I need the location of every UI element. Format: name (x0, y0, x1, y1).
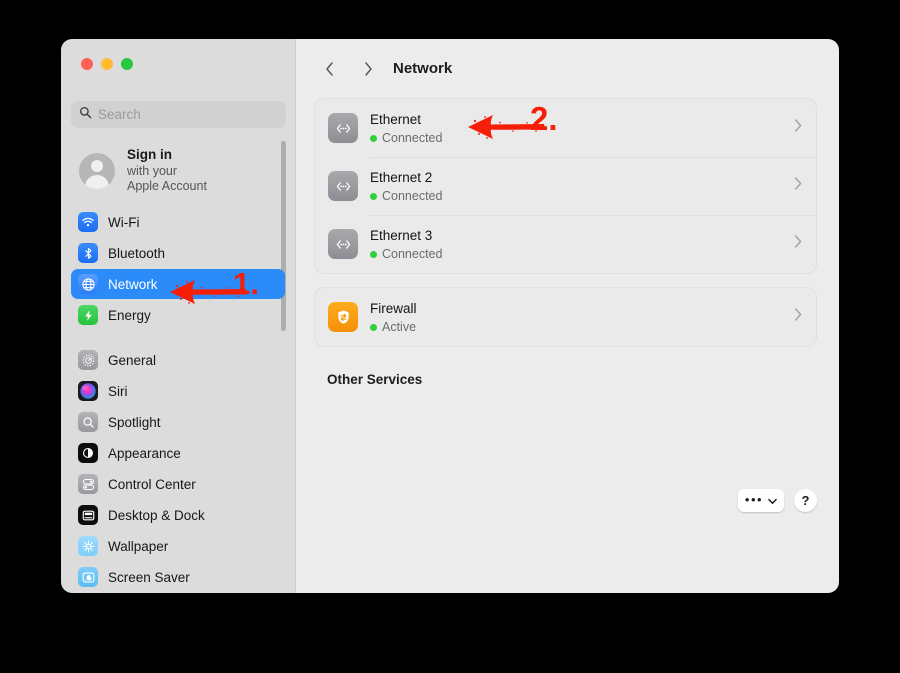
chevron-right-icon[interactable] (794, 308, 802, 326)
ethernet-icon (328, 229, 358, 259)
sidebar-item-label: Spotlight (108, 414, 161, 430)
chevron-left-icon[interactable] (314, 54, 344, 84)
sidebar-group-separator (71, 331, 285, 345)
appearance-contrast-icon (78, 443, 98, 463)
service-row-ethernet-2[interactable]: Ethernet 2 Connected (315, 157, 816, 215)
sidebar-item-control-center[interactable]: Control Center (71, 469, 285, 499)
service-name: Ethernet 2 (370, 169, 433, 185)
apple-account-signin-row[interactable]: Sign in with your Apple Account (71, 142, 286, 200)
chevron-right-icon[interactable] (353, 54, 383, 84)
chevron-down-icon (768, 492, 777, 510)
page-title: Network (393, 60, 453, 77)
sidebar-item-general[interactable]: General (71, 345, 285, 375)
service-text: Firewall Active (370, 299, 417, 335)
sidebar-item-screen-saver[interactable]: Screen Saver (71, 562, 285, 592)
ethernet-icon (328, 113, 358, 143)
wifi-icon (78, 212, 98, 232)
service-text: Ethernet 3 Connected (370, 226, 442, 262)
gear-icon (78, 350, 98, 370)
desktop-dock-icon (78, 505, 98, 525)
service-status-label: Active (382, 320, 417, 335)
network-services-card: Ethernet Connected Ethernet 2 Connected … (314, 98, 817, 274)
bluetooth-icon (78, 243, 98, 263)
service-status-label: Connected (382, 189, 443, 204)
sidebar-item-label: Desktop & Dock (108, 507, 205, 523)
service-row-firewall[interactable]: Firewall Active (315, 288, 816, 346)
help-button[interactable]: ? (794, 489, 817, 512)
status-dot-icon (370, 251, 377, 259)
account-signin-line3: Apple Account (127, 179, 207, 194)
sidebar-item-label: Wallpaper (108, 538, 169, 554)
account-text: Sign in with your Apple Account (127, 147, 207, 195)
bottom-buttons: ••• ? (738, 489, 817, 512)
chevron-right-icon[interactable] (794, 235, 802, 253)
wallpaper-icon (78, 536, 98, 556)
control-center-icon (78, 474, 98, 494)
sidebar-item-label: Appearance (108, 445, 181, 461)
service-status: Connected (370, 189, 442, 204)
service-status: Connected (370, 131, 442, 146)
sidebar-item-label: Siri (108, 383, 128, 399)
maximize-window-button[interactable] (121, 58, 133, 70)
sidebar-item-network[interactable]: Network (71, 269, 285, 299)
globe-icon (78, 274, 98, 294)
sidebar-item-appearance[interactable]: Appearance (71, 438, 285, 468)
service-row-ethernet[interactable]: Ethernet Connected (315, 99, 816, 157)
minimize-window-button[interactable] (101, 58, 113, 70)
person-avatar-icon (79, 153, 115, 189)
sidebar-item-spotlight[interactable]: Spotlight (71, 407, 285, 437)
sidebar-item-desktop-and-dock[interactable]: Desktop & Dock (71, 500, 285, 530)
account-signin-title: Sign in (127, 146, 172, 162)
service-row-ethernet-3[interactable]: Ethernet 3 Connected (315, 215, 816, 273)
bolt-icon (78, 305, 98, 325)
sidebar-item-bluetooth[interactable]: Bluetooth (71, 238, 285, 268)
content-pane: Network Ethernet Connected Ethernet 2 Co… (296, 39, 839, 593)
sidebar-item-wi-fi[interactable]: Wi-Fi (71, 207, 285, 237)
firewall-card: Firewall Active (314, 287, 817, 347)
search-icon (79, 106, 92, 124)
service-text: Ethernet Connected (370, 110, 442, 146)
toolbar: Network (296, 39, 839, 98)
sidebar-item-wallpaper[interactable]: Wallpaper (71, 531, 285, 561)
sidebar-nav-list: Wi-Fi Bluetooth Network Energy General S… (61, 207, 295, 593)
service-name: Ethernet (370, 111, 422, 127)
status-dot-icon (370, 135, 377, 143)
more-options-label: ••• (744, 492, 764, 508)
siri-icon (78, 381, 98, 401)
sidebar-item-label: Energy (108, 307, 151, 323)
status-dot-icon (370, 324, 377, 332)
traffic-lights (81, 58, 133, 70)
status-dot-icon (370, 193, 377, 201)
ethernet-icon (328, 171, 358, 201)
screen-saver-icon (78, 567, 98, 587)
service-text: Ethernet 2 Connected (370, 168, 442, 204)
system-settings-window: Sign in with your Apple Account (61, 39, 839, 593)
service-status-label: Connected (382, 247, 443, 262)
close-window-button[interactable] (81, 58, 93, 70)
sidebar-item-label: Network (108, 276, 158, 292)
search-field[interactable] (71, 101, 286, 128)
other-services-heading: Other Services (327, 372, 423, 387)
sidebar-item-label: Control Center (108, 476, 196, 492)
service-status: Active (370, 320, 417, 335)
sidebar-item-siri[interactable]: Siri (71, 376, 285, 406)
sidebar: Sign in with your Apple Account (61, 39, 296, 593)
chevron-right-icon[interactable] (794, 177, 802, 195)
sidebar-item-label: Screen Saver (108, 569, 190, 585)
sidebar-item-label: General (108, 352, 157, 368)
spotlight-search-icon (78, 412, 98, 432)
account-signin-line2: with your (127, 163, 178, 178)
more-options-button[interactable]: ••• (738, 489, 784, 512)
sidebar-item-energy[interactable]: Energy (71, 300, 285, 330)
search-input[interactable] (98, 107, 278, 122)
service-status-label: Connected (382, 131, 443, 146)
chevron-right-icon[interactable] (794, 119, 802, 137)
sidebar-item-label: Bluetooth (108, 245, 166, 261)
service-name: Firewall (370, 300, 417, 316)
sidebar-item-label: Wi-Fi (108, 214, 140, 230)
service-status: Connected (370, 247, 442, 262)
service-name: Ethernet 3 (370, 227, 433, 243)
firewall-shield-icon (328, 302, 358, 332)
